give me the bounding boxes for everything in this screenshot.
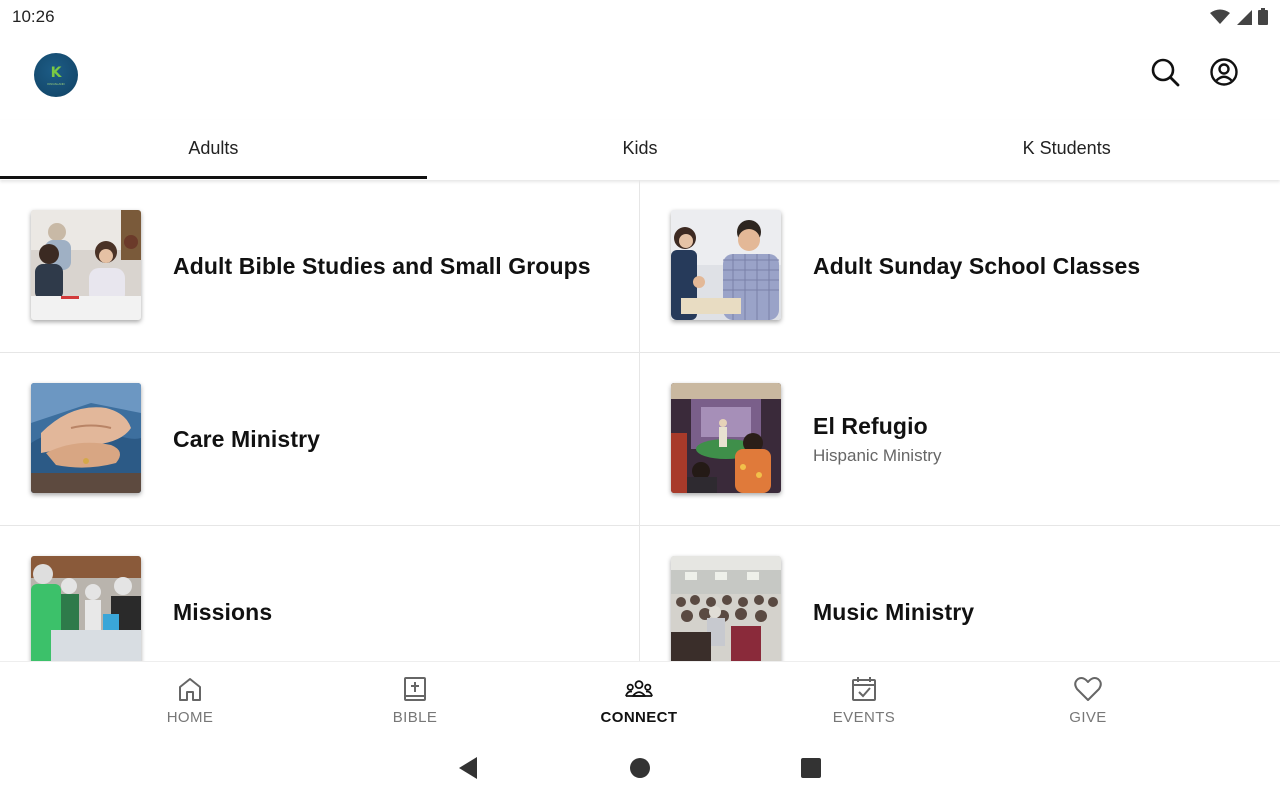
people-icon: [625, 675, 653, 703]
card-care-ministry[interactable]: Care Ministry: [0, 353, 640, 526]
tab-label: Kids: [622, 137, 658, 158]
back-icon: [457, 756, 479, 785]
home-circle-icon: [629, 757, 651, 784]
card-title: Care Ministry: [173, 426, 321, 452]
bible-icon: [401, 675, 429, 703]
wifi-icon: [1210, 9, 1230, 30]
card-adult-bible-studies[interactable]: Adult Bible Studies and Small Groups: [0, 180, 640, 353]
nav-label: BIBLE: [392, 709, 438, 726]
card-adult-sunday-school[interactable]: Adult Sunday School Classes: [640, 180, 1280, 353]
card-thumbnail: [671, 556, 781, 661]
card-title: Adult Sunday School Classes: [813, 253, 1141, 279]
church-logo[interactable]: K KINGSLAND: [34, 53, 78, 97]
system-recents-button[interactable]: [798, 757, 824, 783]
recents-icon: [800, 757, 822, 784]
nav-label: CONNECT: [600, 709, 678, 726]
nav-connect[interactable]: CONNECT: [569, 662, 709, 742]
logo-subtext: KINGSLAND: [47, 82, 65, 86]
tab-adults[interactable]: Adults: [0, 120, 427, 180]
card-text: Missions: [173, 526, 272, 661]
ministry-grid: Adult Bible Studies and Small Groups Adu…: [0, 180, 1280, 661]
nav-label: EVENTS: [832, 709, 896, 726]
tab-label: Adults: [188, 137, 239, 158]
nav-events[interactable]: EVENTS: [794, 662, 934, 742]
system-home-button[interactable]: [627, 757, 653, 783]
home-icon: [176, 675, 204, 703]
nav-label: HOME: [166, 709, 214, 726]
tab-kids[interactable]: Kids: [427, 120, 854, 180]
heart-icon: [1074, 675, 1102, 703]
system-back-button[interactable]: [455, 756, 481, 785]
card-thumbnail: [31, 210, 141, 320]
system-nav-bar: [0, 741, 1280, 800]
tab-label: K Students: [1022, 137, 1111, 158]
card-title: Adult Bible Studies and Small Groups: [173, 253, 591, 279]
search-button[interactable]: [1149, 58, 1181, 90]
card-title: Music Ministry: [813, 599, 975, 625]
card-thumbnail: [671, 210, 781, 320]
logo-letter: K: [50, 65, 62, 81]
card-text: El Refugio Hispanic Ministry: [813, 353, 941, 526]
card-text: Adult Bible Studies and Small Groups: [173, 180, 591, 353]
card-thumbnail: [671, 383, 781, 493]
bottom-nav: HOME BIBLE CONNECT EVENTS GIVE: [0, 661, 1280, 741]
nav-bible[interactable]: BIBLE: [345, 662, 485, 742]
account-icon: [1209, 57, 1239, 92]
card-title: Missions: [173, 599, 273, 625]
battery-icon: [1258, 8, 1268, 30]
card-subtitle: Hispanic Ministry: [813, 446, 942, 465]
tab-k-students[interactable]: K Students: [853, 120, 1280, 180]
status-bar: 10:26: [0, 0, 1280, 34]
card-text: Adult Sunday School Classes: [813, 180, 1140, 353]
card-thumbnail: [31, 556, 141, 661]
status-icons: [1210, 8, 1268, 30]
nav-give[interactable]: GIVE: [1018, 662, 1158, 742]
nav-label: GIVE: [1069, 709, 1107, 726]
card-music-ministry[interactable]: Music Ministry: [640, 526, 1280, 661]
app-header: K KINGSLAND: [0, 34, 1280, 118]
card-text: Care Ministry: [173, 353, 320, 526]
account-button[interactable]: [1208, 57, 1240, 92]
cell-signal-icon: [1236, 9, 1252, 30]
card-thumbnail: [31, 383, 141, 493]
status-time: 10:26: [12, 7, 55, 26]
card-el-refugio[interactable]: El Refugio Hispanic Ministry: [640, 353, 1280, 526]
card-title: El Refugio: [813, 413, 928, 439]
card-missions[interactable]: Missions: [0, 526, 640, 661]
search-icon: [1150, 57, 1180, 92]
card-text: Music Ministry: [813, 526, 974, 661]
ministry-tabs: Adults Kids K Students: [0, 120, 1280, 180]
calendar-check-icon: [850, 675, 878, 703]
nav-home[interactable]: HOME: [120, 662, 260, 742]
